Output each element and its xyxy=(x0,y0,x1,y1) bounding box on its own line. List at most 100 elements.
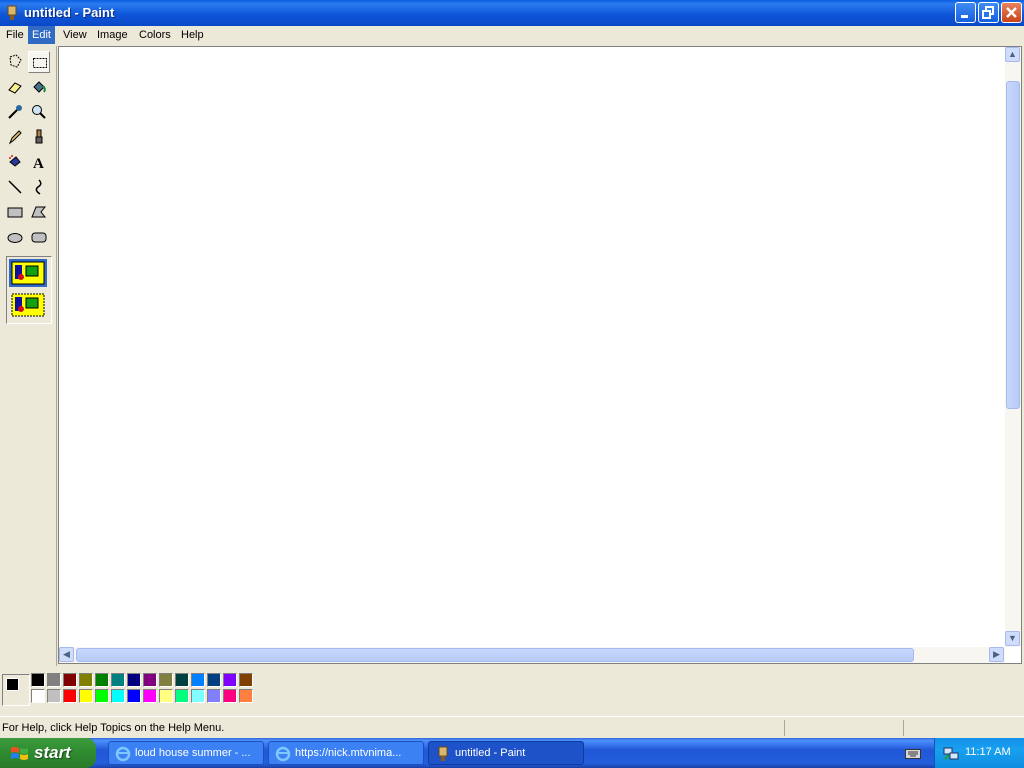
taskbar-item-ie-1[interactable]: loud house summer - ... xyxy=(108,741,264,765)
taskbar: start loud house summer - ... https://ni… xyxy=(0,738,1024,768)
svg-text:A: A xyxy=(33,156,44,170)
clock[interactable]: 11:17 AM xyxy=(965,746,1011,758)
line-tool[interactable] xyxy=(4,176,26,198)
color-swatch[interactable] xyxy=(207,673,221,687)
color-swatch[interactable] xyxy=(31,689,45,703)
status-bar: For Help, click Help Topics on the Help … xyxy=(0,716,1024,739)
close-button[interactable] xyxy=(1001,2,1022,23)
title-bar[interactable]: untitled - Paint xyxy=(0,0,1024,26)
polygon-tool[interactable] xyxy=(28,201,50,223)
color-swatch[interactable] xyxy=(143,673,157,687)
eraser-tool[interactable] xyxy=(4,76,26,98)
network-icon[interactable] xyxy=(943,745,959,761)
paint-icon xyxy=(438,746,448,761)
vertical-scroll-thumb[interactable] xyxy=(1006,81,1020,409)
transparent-selection-option[interactable] xyxy=(9,291,47,319)
toolbox: A xyxy=(0,46,57,666)
menu-image[interactable]: Image xyxy=(93,26,132,44)
menu-file[interactable]: File xyxy=(2,26,28,44)
color-swatch[interactable] xyxy=(207,689,221,703)
horizontal-scroll-thumb[interactable] xyxy=(76,648,914,662)
curve-icon xyxy=(35,179,42,195)
color-swatch[interactable] xyxy=(159,673,173,687)
scroll-up-arrow-icon[interactable]: ▲ xyxy=(1005,47,1020,62)
menu-colors[interactable]: Colors xyxy=(135,26,175,44)
ellipse-tool[interactable] xyxy=(4,226,26,248)
scroll-down-arrow-icon[interactable]: ▼ xyxy=(1005,631,1020,646)
pencil-icon xyxy=(8,130,22,145)
color-swatch[interactable] xyxy=(191,689,205,703)
taskbar-item-label: loud house summer - ... xyxy=(135,747,251,759)
magnifier-tool[interactable] xyxy=(28,101,50,123)
color-swatch[interactable] xyxy=(95,673,109,687)
status-divider xyxy=(784,720,785,736)
magnifier-icon xyxy=(32,105,46,119)
color-swatch[interactable] xyxy=(127,673,141,687)
color-swatch[interactable] xyxy=(63,689,77,703)
color-swatch[interactable] xyxy=(47,673,61,687)
scroll-left-arrow-icon[interactable]: ◀ xyxy=(59,647,74,662)
menu-help[interactable]: Help xyxy=(177,26,208,44)
brush-tool[interactable] xyxy=(28,126,50,148)
window-title: untitled - Paint xyxy=(24,5,115,20)
pick-color-tool[interactable] xyxy=(4,101,26,123)
color-swatch[interactable] xyxy=(31,673,45,687)
color-swatch[interactable] xyxy=(127,689,141,703)
tool-options-panel xyxy=(6,256,52,324)
keyboard-icon[interactable] xyxy=(905,747,921,759)
brush-icon xyxy=(35,129,43,144)
taskbar-item-ie-2[interactable]: https://nick.mtvnima... xyxy=(268,741,424,765)
scroll-right-arrow-icon[interactable]: ▶ xyxy=(989,647,1004,662)
color-swatch[interactable] xyxy=(191,673,205,687)
color-swatch[interactable] xyxy=(175,689,189,703)
opaque-selection-option[interactable] xyxy=(9,259,47,287)
text-tool[interactable]: A xyxy=(28,151,50,173)
pencil-tool[interactable] xyxy=(4,126,26,148)
color-swatch[interactable] xyxy=(175,673,189,687)
ie-icon xyxy=(115,746,131,762)
paint-app-icon xyxy=(7,5,17,20)
system-tray: 11:17 AM xyxy=(934,738,1024,768)
taskbar-item-label: untitled - Paint xyxy=(455,747,526,759)
rounded-rectangle-tool[interactable] xyxy=(28,226,50,248)
color-swatch[interactable] xyxy=(223,689,237,703)
vertical-scrollbar[interactable]: ▲ ▼ xyxy=(1005,47,1021,647)
color-swatch[interactable] xyxy=(143,689,157,703)
line-icon xyxy=(8,180,22,194)
color-swatch[interactable] xyxy=(111,673,125,687)
color-swatch[interactable] xyxy=(223,673,237,687)
rounded-rectangle-icon xyxy=(31,232,47,243)
drawing-canvas[interactable] xyxy=(61,49,1005,647)
ie-icon xyxy=(275,746,291,762)
opaque-selection-icon xyxy=(11,261,45,285)
fill-bucket-icon xyxy=(33,81,46,93)
windows-logo-icon xyxy=(11,747,28,760)
select-tool[interactable] xyxy=(28,51,50,73)
rectangle-tool[interactable] xyxy=(4,201,26,223)
color-swatch[interactable] xyxy=(47,689,61,703)
airbrush-tool[interactable] xyxy=(4,151,26,173)
foreground-color xyxy=(6,678,19,691)
canvas-frame xyxy=(58,46,1022,664)
color-swatch[interactable] xyxy=(79,673,93,687)
curve-tool[interactable] xyxy=(28,176,50,198)
color-swatch[interactable] xyxy=(239,673,253,687)
color-swatch[interactable] xyxy=(63,673,77,687)
eyedropper-icon xyxy=(8,105,22,119)
start-button[interactable]: start xyxy=(0,738,96,768)
color-swatch[interactable] xyxy=(159,689,173,703)
menu-edit[interactable]: Edit xyxy=(28,26,55,44)
color-swatch[interactable] xyxy=(95,689,109,703)
color-swatch[interactable] xyxy=(239,689,253,703)
restore-icon xyxy=(982,6,994,19)
horizontal-scrollbar[interactable]: ◀ ▶ xyxy=(59,647,1005,663)
color-swatch[interactable] xyxy=(79,689,93,703)
fill-tool[interactable] xyxy=(28,76,50,98)
current-colors xyxy=(2,674,30,706)
restore-button[interactable] xyxy=(978,2,999,23)
taskbar-item-paint[interactable]: untitled - Paint xyxy=(428,741,584,765)
free-form-select-tool[interactable] xyxy=(4,51,26,73)
minimize-button[interactable] xyxy=(955,2,976,23)
color-swatch[interactable] xyxy=(111,689,125,703)
menu-view[interactable]: View xyxy=(59,26,91,44)
